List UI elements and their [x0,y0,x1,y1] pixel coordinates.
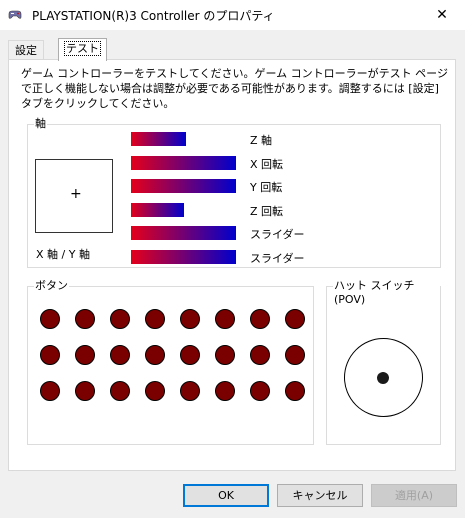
pov-dot [377,372,389,384]
cancel-button[interactable]: キャンセル [277,484,363,507]
button-indicator [145,345,165,365]
button-indicator [285,381,305,401]
title-bar: PLAYSTATION(R)3 Controller のプロパティ ✕ [0,0,465,30]
tab-settings[interactable]: 設定 [8,40,44,60]
axis-bar [131,226,236,240]
button-indicator [285,345,305,365]
button-indicator [250,381,270,401]
button-indicator [145,309,165,329]
description-text: ゲーム コントローラーをテストしてください。ゲーム コントローラーがテスト ペー… [21,67,448,110]
axis-bar [131,156,236,170]
close-icon: ✕ [436,7,448,23]
axis-bar-label: X 回転 [250,158,284,171]
button-indicator [75,381,95,401]
tab-test[interactable]: テスト [58,38,107,61]
button-indicator [40,381,60,401]
axis-bar-label: スライダー [250,252,305,265]
button-indicator [180,345,200,365]
ok-button[interactable]: OK [183,484,269,507]
axis-bar [131,250,236,264]
button-indicator [110,309,130,329]
axis-bar [131,132,186,146]
button-indicator [180,381,200,401]
axis-bar-label: スライダー [250,228,305,241]
button-indicator [250,309,270,329]
gamepad-icon [8,10,22,19]
button-indicator [75,309,95,329]
close-button[interactable]: ✕ [419,0,465,30]
button-indicator [40,345,60,365]
buttons-group-label: ボタン [34,279,69,293]
tab-test-label: テスト [64,41,101,56]
button-indicator [110,345,130,365]
tab-settings-label: 設定 [15,44,37,57]
pov-indicator [344,338,423,417]
xy-axis-display: + [35,159,113,233]
button-indicator [250,345,270,365]
button-indicator [75,345,95,365]
button-indicator [215,381,235,401]
pov-group-label: ハット スイッチ (POV) [333,279,440,307]
button-indicator [145,381,165,401]
xy-axis-label: X 軸 / Y 軸 [36,248,90,261]
crosshair: + [70,186,82,202]
tab-strip: 設定 テスト [8,38,458,61]
axes-group-label: 軸 [34,117,47,131]
button-indicator [285,309,305,329]
axis-bar-label: Z 回転 [250,205,284,218]
buttons-group: ボタン [27,279,314,445]
window-title: PLAYSTATION(R)3 Controller のプロパティ [32,9,275,23]
axis-bar [131,179,236,193]
button-indicator [180,309,200,329]
axis-bar-label: Z 軸 [250,134,273,147]
button-indicator [215,345,235,365]
button-indicator [40,309,60,329]
axis-bar [131,203,184,217]
button-indicator [215,309,235,329]
apply-button[interactable]: 適用(A) [371,484,457,507]
axis-bar-label: Y 回転 [250,181,283,194]
button-indicator [110,381,130,401]
